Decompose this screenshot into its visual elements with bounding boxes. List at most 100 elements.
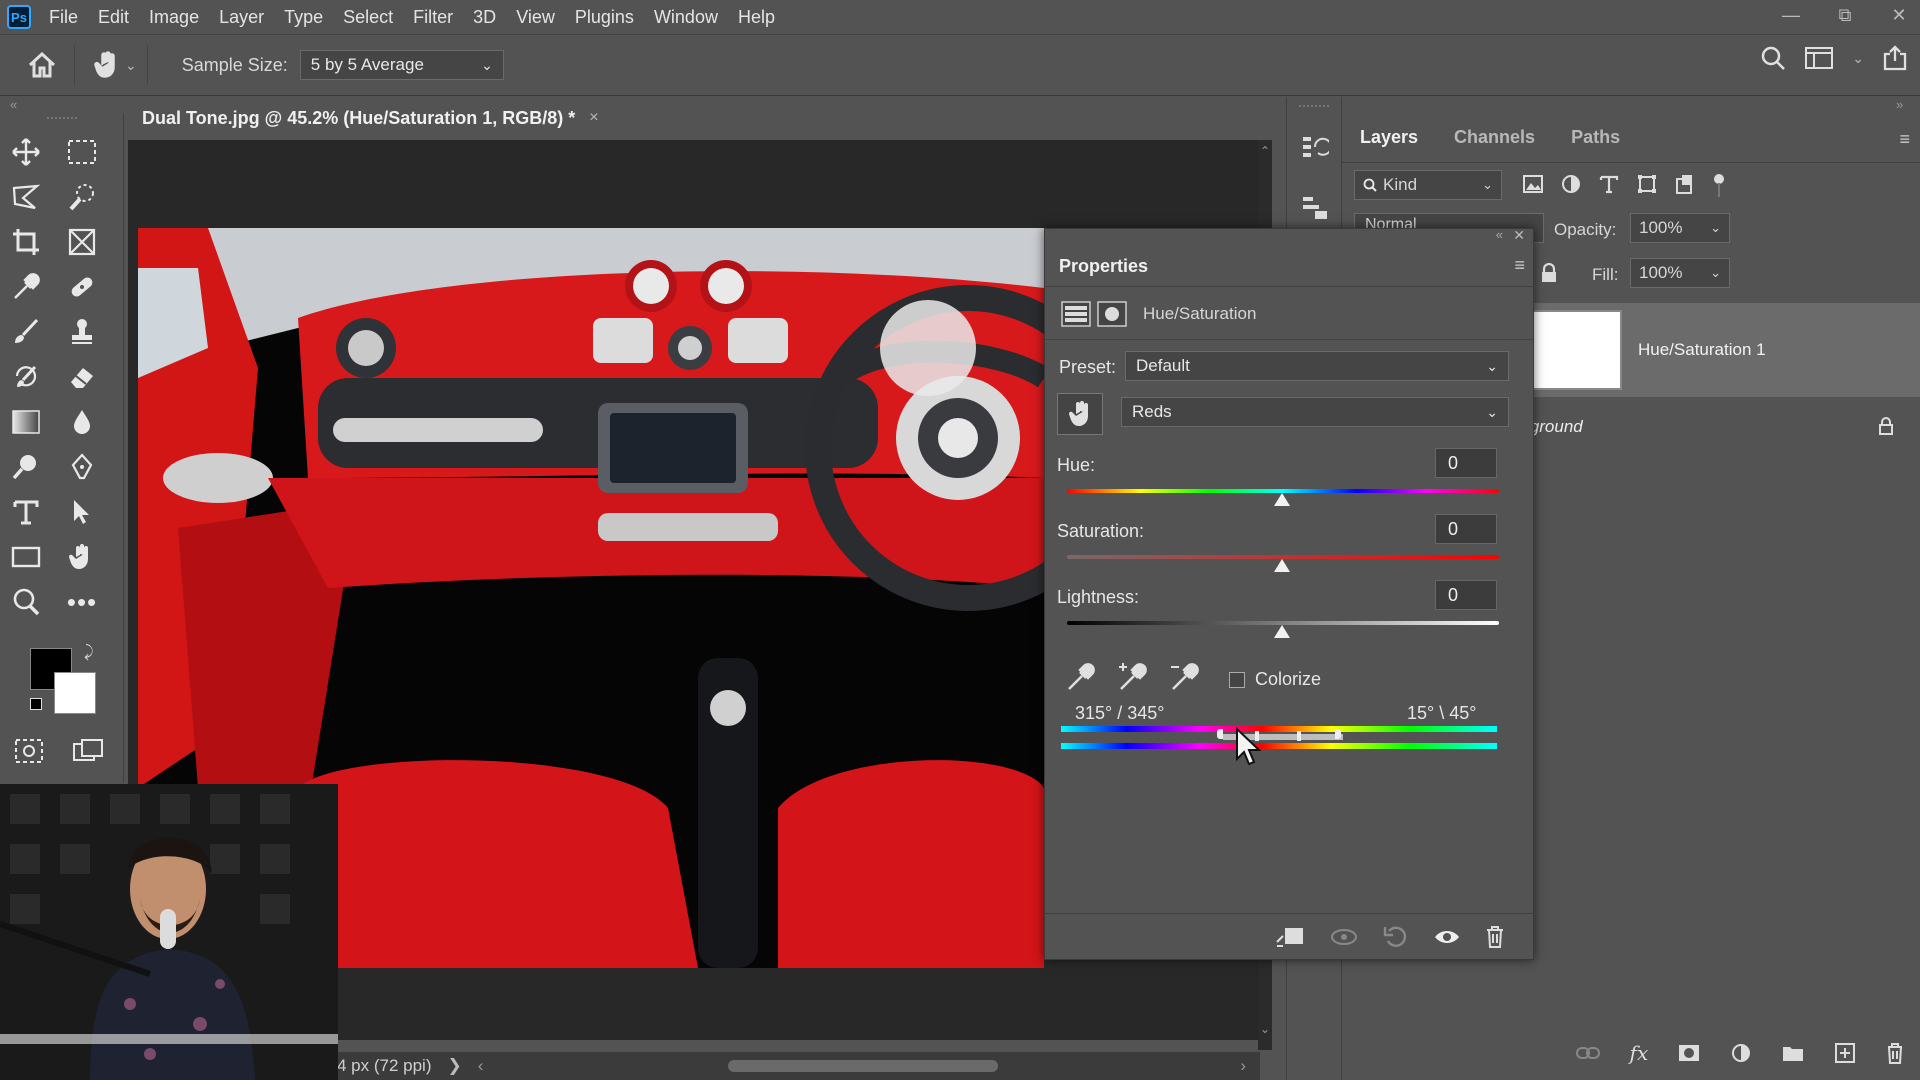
menu-type[interactable]: Type: [284, 7, 323, 28]
menu-edit[interactable]: Edit: [98, 7, 129, 28]
close-icon[interactable]: ✕: [1513, 227, 1525, 244]
saturation-field[interactable]: 0: [1435, 514, 1497, 544]
background-color-swatch[interactable]: [54, 672, 96, 714]
channel-select[interactable]: Reds ⌄: [1121, 397, 1509, 427]
history-panel-button[interactable]: [1301, 133, 1332, 166]
trash-icon[interactable]: [1885, 1042, 1905, 1064]
filter-toggle-icon[interactable]: [1712, 173, 1726, 199]
adjustments-panel-button[interactable]: [1301, 193, 1329, 226]
pen-tool[interactable]: [62, 451, 102, 483]
lock-icon[interactable]: [1540, 263, 1558, 283]
brush-tool[interactable]: [6, 316, 46, 348]
eraser-tool[interactable]: [62, 361, 102, 393]
swap-colors-icon[interactable]: ⤸: [84, 644, 94, 662]
add-mask-icon[interactable]: [1677, 1043, 1701, 1063]
clip-to-layer-icon[interactable]: [1275, 926, 1305, 948]
scroll-down-icon[interactable]: ⌄: [1260, 1022, 1270, 1036]
default-colors-icon[interactable]: [30, 698, 42, 710]
eyedropper-icon[interactable]: [1065, 661, 1097, 693]
menu-layer[interactable]: Layer: [219, 7, 264, 28]
adjustment-layer-filter-icon[interactable]: [1560, 173, 1582, 195]
history-brush-tool[interactable]: [6, 361, 46, 393]
colorize-option[interactable]: Colorize: [1229, 669, 1321, 690]
expand-dock-icon[interactable]: »: [1896, 97, 1903, 113]
rectangle-tool[interactable]: [6, 541, 46, 573]
saturation-slider-thumb[interactable]: [1274, 559, 1290, 572]
trash-icon[interactable]: [1485, 925, 1505, 949]
close-window-button[interactable]: ✕: [1878, 0, 1920, 30]
healing-brush-tool[interactable]: [62, 271, 102, 303]
type-tool[interactable]: [6, 496, 46, 528]
horizontal-scrollbar-thumb[interactable]: [728, 1060, 998, 1072]
share-icon[interactable]: [1882, 45, 1908, 71]
new-group-icon[interactable]: [1781, 1043, 1805, 1063]
new-layer-icon[interactable]: [1834, 1042, 1856, 1064]
crop-tool[interactable]: [6, 226, 46, 258]
tab-paths[interactable]: Paths: [1571, 127, 1620, 148]
quick-selection-tool[interactable]: [62, 181, 102, 213]
menu-view[interactable]: View: [516, 7, 555, 28]
scroll-left-icon[interactable]: ‹: [478, 1056, 484, 1076]
gradient-tool[interactable]: [6, 406, 46, 438]
tab-channels[interactable]: Channels: [1454, 127, 1535, 148]
workspace-icon[interactable]: [1804, 46, 1834, 70]
lightness-field[interactable]: 0: [1435, 580, 1497, 610]
path-selection-tool[interactable]: [62, 496, 102, 528]
collapse-icon[interactable]: «: [1496, 227, 1503, 242]
menu-help[interactable]: Help: [738, 7, 775, 28]
blur-tool[interactable]: [62, 406, 102, 438]
quick-mask-button[interactable]: [14, 738, 44, 769]
pixel-layer-filter-icon[interactable]: [1522, 173, 1544, 195]
hand-tool[interactable]: [62, 541, 102, 573]
scroll-up-icon[interactable]: ⌃: [1260, 144, 1270, 158]
layer-name[interactable]: Hue/Saturation 1: [1638, 340, 1766, 360]
panel-grip[interactable]: [1299, 105, 1329, 107]
collapse-toolbar-icon[interactable]: «: [10, 97, 17, 113]
menu-image[interactable]: Image: [149, 7, 199, 28]
hue-field[interactable]: 0: [1435, 448, 1497, 478]
shape-layer-filter-icon[interactable]: [1636, 173, 1658, 195]
range-handle-left[interactable]: [1217, 729, 1223, 739]
hue-slider-thumb[interactable]: [1274, 493, 1290, 506]
smart-object-filter-icon[interactable]: [1674, 173, 1696, 195]
eyedropper-tool[interactable]: [6, 271, 46, 303]
menu-file[interactable]: File: [49, 7, 78, 28]
chevron-down-icon[interactable]: ⌄: [1852, 50, 1864, 67]
layer-effects-icon[interactable]: fx: [1630, 1041, 1649, 1065]
lightness-slider-thumb[interactable]: [1274, 625, 1290, 638]
range-inner-handle-right[interactable]: [1297, 731, 1301, 741]
panel-menu-icon[interactable]: ≡: [1514, 255, 1525, 276]
panel-menu-icon[interactable]: ≡: [1899, 129, 1910, 150]
move-tool[interactable]: [6, 136, 46, 168]
dodge-tool[interactable]: [6, 451, 46, 483]
layers-empty-area[interactable]: [1492, 463, 1920, 1035]
eyedropper-plus-icon[interactable]: [1117, 661, 1149, 693]
colorize-checkbox[interactable]: [1229, 671, 1245, 688]
search-icon[interactable]: [1760, 45, 1786, 71]
lasso-tool[interactable]: [6, 181, 46, 213]
close-icon[interactable]: ×: [589, 109, 598, 127]
link-layers-icon[interactable]: [1575, 1045, 1601, 1061]
fill-field[interactable]: 100% ⌄: [1630, 258, 1730, 288]
tab-layers[interactable]: Layers: [1360, 127, 1418, 148]
home-button[interactable]: [20, 43, 64, 87]
eyedropper-minus-icon[interactable]: [1169, 661, 1201, 693]
visibility-eye-icon[interactable]: [1433, 927, 1461, 947]
tool-preset-picker[interactable]: ⌄: [93, 51, 137, 79]
layer-filter-select[interactable]: Kind ⌄: [1354, 170, 1502, 200]
stamp-tool[interactable]: [62, 316, 102, 348]
view-previous-state-icon[interactable]: [1329, 926, 1359, 948]
menu-filter[interactable]: Filter: [413, 7, 453, 28]
menu-select[interactable]: Select: [343, 7, 393, 28]
opacity-field[interactable]: 100% ⌄: [1630, 213, 1730, 243]
preset-select[interactable]: Default ⌄: [1125, 351, 1509, 381]
adjustment-layer-icon[interactable]: [1730, 1042, 1752, 1064]
menu-3d[interactable]: 3D: [473, 7, 496, 28]
reset-icon[interactable]: [1383, 925, 1409, 949]
menu-plugins[interactable]: Plugins: [575, 7, 634, 28]
targeted-adjustment-button[interactable]: [1057, 393, 1103, 435]
chevron-right-icon[interactable]: ❯: [448, 1056, 462, 1076]
document-tab[interactable]: Dual Tone.jpg @ 45.2% (Hue/Saturation 1,…: [128, 97, 654, 140]
zoom-tool[interactable]: [6, 586, 46, 618]
scroll-right-icon[interactable]: ›: [1240, 1056, 1246, 1076]
